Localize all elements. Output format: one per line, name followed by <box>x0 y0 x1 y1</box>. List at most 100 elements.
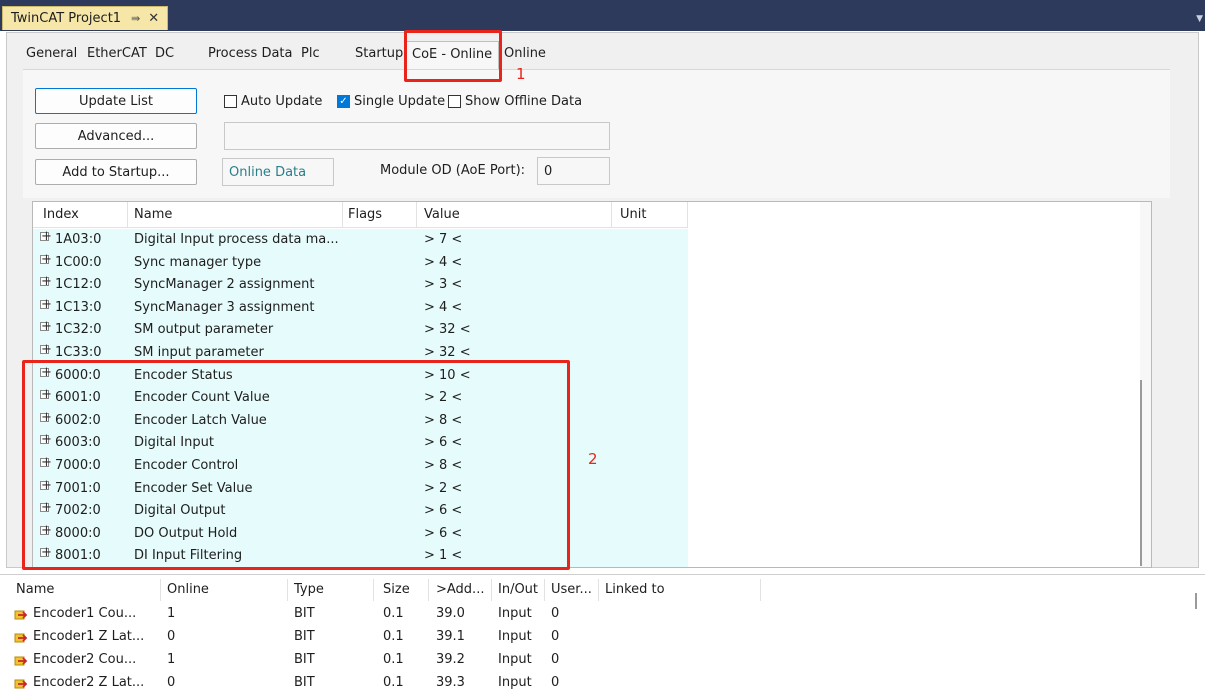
var-user: 0 <box>551 606 560 621</box>
row-name: SyncManager 2 assignment <box>134 277 315 293</box>
var-inout: Input <box>498 652 532 667</box>
row-index: 1C33:0 <box>55 345 102 360</box>
online-data-field: Online Data <box>222 158 334 186</box>
document-tab-title: TwinCAT Project1 <box>11 11 122 26</box>
single-update-checkbox[interactable]: ✓ Single Update <box>337 94 445 109</box>
annotation-box-1 <box>404 30 502 82</box>
tab-online[interactable]: Online <box>504 46 546 61</box>
var-inout: Input <box>498 675 532 690</box>
object-row[interactable]: +1C13:0 SyncManager 3 assignment > 4 < <box>33 296 688 320</box>
document-tab-bar: TwinCAT Project1 ⇛ ✕ ▼ <box>0 0 1205 31</box>
column-index[interactable]: Index <box>43 207 79 222</box>
var-online: 1 <box>167 652 176 667</box>
document-tab[interactable]: TwinCAT Project1 ⇛ ✕ <box>2 6 168 30</box>
expand-icon[interactable]: + <box>40 320 52 333</box>
row-value: > 7 < <box>424 232 463 247</box>
object-row[interactable]: +1C12:0 SyncManager 2 assignment > 3 < <box>33 274 688 297</box>
input-variable-icon <box>14 656 28 666</box>
var-column-user[interactable]: User... <box>551 582 592 597</box>
var-column-linked-to[interactable]: Linked to <box>605 582 665 597</box>
expand-icon[interactable]: + <box>40 230 52 243</box>
var-type: BIT <box>294 652 315 667</box>
row-index: 1C12:0 <box>55 277 102 293</box>
expand-icon[interactable]: + <box>40 343 52 356</box>
annotation-number-1: 1 <box>516 65 526 83</box>
expand-icon[interactable]: + <box>40 253 52 266</box>
object-row[interactable]: +1C00:0 Sync manager type > 4 < <box>33 251 688 275</box>
var-column-address[interactable]: >Add... <box>436 582 484 597</box>
scrollbar-thumb[interactable] <box>1140 380 1142 566</box>
column-divider <box>127 202 128 228</box>
checkmark-icon[interactable]: ✓ <box>337 95 350 108</box>
close-icon[interactable]: ✕ <box>148 11 159 26</box>
var-size: 0.1 <box>383 629 404 644</box>
show-offline-data-checkbox[interactable]: Show Offline Data <box>448 94 582 109</box>
auto-update-label: Auto Update <box>241 94 323 109</box>
annotation-box-2 <box>22 360 570 570</box>
var-column-online[interactable]: Online <box>167 582 209 597</box>
show-offline-checkbox-box[interactable] <box>448 95 461 108</box>
auto-update-checkbox[interactable]: Auto Update <box>224 94 322 109</box>
advanced-button[interactable]: Advanced... <box>35 123 197 149</box>
pin-icon[interactable]: ⇛ <box>131 12 140 25</box>
var-address: 39.1 <box>436 629 465 644</box>
column-divider <box>544 579 545 601</box>
object-list-header: Index Name Flags Value Unit <box>33 202 688 228</box>
annotation-number-2: 2 <box>588 450 598 468</box>
update-list-button[interactable]: Update List <box>35 88 197 114</box>
var-name: Encoder1 Cou... <box>33 606 137 621</box>
var-user: 0 <box>551 652 560 667</box>
tab-startup[interactable]: Startup <box>355 46 403 61</box>
var-user: 0 <box>551 675 560 690</box>
column-divider <box>416 202 417 228</box>
column-name[interactable]: Name <box>134 207 172 222</box>
var-address: 39.0 <box>436 606 465 621</box>
var-column-name[interactable]: Name <box>16 582 54 597</box>
row-index: 1C32:0 <box>55 322 102 338</box>
column-divider <box>598 579 599 601</box>
expand-icon[interactable]: + <box>40 298 52 311</box>
row-value: > 32 < <box>424 322 471 338</box>
row-index: 1C00:0 <box>55 254 102 270</box>
input-variable-icon <box>14 633 28 643</box>
auto-update-checkbox-box[interactable] <box>224 95 237 108</box>
column-divider <box>373 579 374 601</box>
var-column-size[interactable]: Size <box>383 582 410 597</box>
column-unit[interactable]: Unit <box>620 207 646 222</box>
var-online: 0 <box>167 675 176 690</box>
module-od-label: Module OD (AoE Port): <box>380 163 526 178</box>
var-column-inout[interactable]: In/Out <box>498 582 538 597</box>
tab-general[interactable]: General <box>26 46 77 61</box>
input-variable-icon <box>14 679 28 689</box>
column-value[interactable]: Value <box>424 207 460 222</box>
variable-list[interactable]: Name Online Type Size >Add... In/Out Use… <box>0 574 1205 698</box>
variable-scrollbar-thumb[interactable] <box>1195 593 1197 609</box>
add-to-startup-button[interactable]: Add to Startup... <box>35 159 197 185</box>
var-type: BIT <box>294 606 315 621</box>
object-row[interactable]: +1A03:0 Digital Input process data ma... >… <box>33 229 688 252</box>
row-value: > 3 < <box>424 277 463 293</box>
row-value: > 4 < <box>424 299 463 315</box>
column-divider <box>428 579 429 601</box>
tab-ethercat[interactable]: EtherCAT <box>87 46 147 61</box>
object-row[interactable]: +1C32:0 SM output parameter > 32 < <box>33 319 688 342</box>
var-type: BIT <box>294 629 315 644</box>
row-index: 1C13:0 <box>55 299 102 315</box>
show-offline-label: Show Offline Data <box>465 94 583 109</box>
var-size: 0.1 <box>383 652 404 667</box>
column-flags[interactable]: Flags <box>348 207 382 222</box>
tab-plc[interactable]: Plc <box>301 46 320 61</box>
expand-icon[interactable]: + <box>40 275 52 288</box>
column-divider <box>760 579 761 601</box>
tab-process-data[interactable]: Process Data <box>208 46 293 61</box>
tab-dc[interactable]: DC <box>155 46 174 61</box>
single-update-label: Single Update <box>354 94 446 109</box>
column-divider <box>160 579 161 601</box>
row-name: Sync manager type <box>134 254 262 270</box>
row-name: Digital Input process data ma... <box>134 232 339 247</box>
module-od-port-input[interactable]: 0 <box>537 157 610 185</box>
var-column-type[interactable]: Type <box>294 582 324 597</box>
object-filter-field[interactable] <box>224 122 610 150</box>
tab-dropdown-icon[interactable]: ▼ <box>1196 14 1203 24</box>
column-divider <box>287 579 288 601</box>
